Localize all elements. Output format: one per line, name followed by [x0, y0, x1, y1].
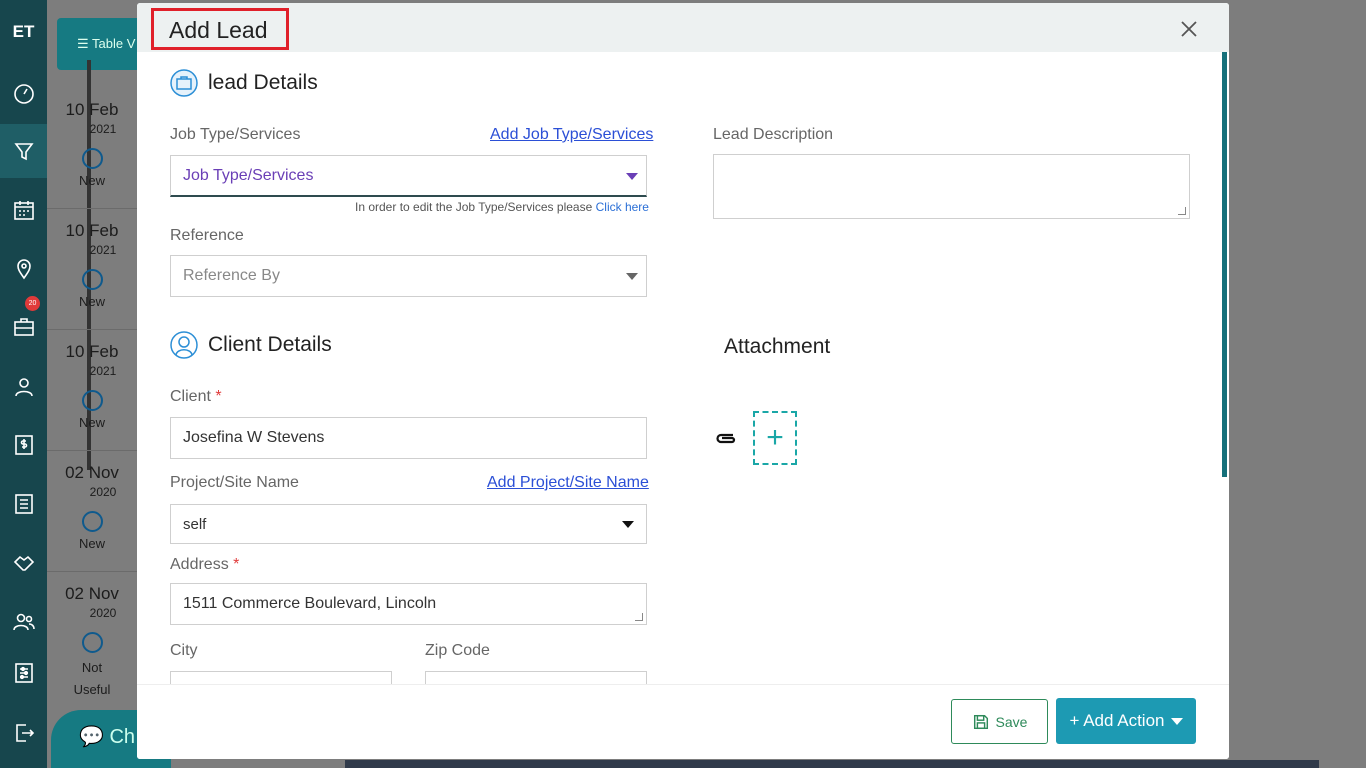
client-details-heading: Client Details — [170, 331, 332, 359]
chevron-down-icon — [622, 521, 634, 528]
timeline-item[interactable]: 02 Nov 2020 Not Useful — [47, 572, 137, 697]
calendar-icon — [13, 201, 34, 220]
required-asterisk: * — [233, 556, 240, 573]
click-here-link[interactable]: Click here — [596, 200, 649, 214]
address-textarea[interactable]: 1511 Commerce Boulevard, Lincoln — [170, 583, 647, 625]
modal-title: Add Lead — [151, 8, 289, 50]
job-type-select[interactable]: Job Type/Services — [170, 155, 647, 197]
nav-jobs[interactable]: 20 — [0, 296, 47, 354]
app-logo[interactable]: ET — [10, 18, 37, 45]
client-label: Client * — [170, 388, 222, 405]
nav-billing[interactable] — [0, 418, 47, 472]
zip-label: Zip Code — [425, 642, 490, 659]
nav-map[interactable] — [0, 242, 47, 296]
user-icon — [14, 378, 33, 397]
job-type-label: Job Type/Services — [170, 126, 301, 143]
modal-footer: Save + Add Action — [137, 684, 1229, 759]
nav-users[interactable] — [0, 360, 47, 414]
dashboard-icon — [13, 84, 34, 104]
resize-handle-icon[interactable] — [1178, 207, 1186, 215]
timeline-item[interactable]: 10 Feb 2021 New — [47, 330, 137, 451]
status-circle-icon — [81, 511, 103, 532]
person-circle-icon — [170, 331, 198, 359]
project-select[interactable]: self — [170, 504, 647, 544]
notification-badge: 20 — [25, 296, 40, 311]
nav-leads[interactable] — [0, 124, 47, 178]
timeline-item[interactable]: 10 Feb 2021 New — [47, 209, 137, 330]
modal-scrollbar-thumb[interactable] — [1222, 52, 1227, 477]
briefcase-circle-icon — [170, 69, 198, 97]
handshake-icon — [13, 555, 34, 571]
team-icon — [12, 613, 35, 631]
dollar-icon — [14, 435, 33, 455]
project-label: Project/Site Name — [170, 474, 299, 491]
nav-list[interactable] — [0, 477, 47, 531]
save-button[interactable]: Save — [951, 699, 1048, 744]
modal-header: Add Lead — [137, 3, 1229, 52]
reference-select[interactable]: Reference By — [170, 255, 647, 297]
list-icon — [14, 494, 33, 514]
chevron-down-icon — [626, 273, 638, 280]
nav-settings[interactable] — [0, 646, 47, 700]
job-type-hint: In order to edit the Job Type/Services p… — [355, 200, 649, 214]
nav-team[interactable] — [0, 595, 47, 649]
attachment-heading: Attachment — [724, 335, 831, 358]
required-asterisk: * — [215, 388, 222, 405]
chat-bubble-icon: 💬 — [79, 726, 104, 748]
floppy-disk-icon — [973, 714, 988, 729]
lead-details-heading: lead Details — [170, 69, 318, 97]
nav-calendar[interactable] — [0, 183, 47, 237]
lead-description-textarea[interactable] — [713, 154, 1190, 219]
briefcase-icon — [13, 318, 34, 336]
map-pin-icon — [16, 259, 31, 280]
status-circle-icon — [81, 632, 103, 653]
add-project-link[interactable]: Add Project/Site Name — [487, 474, 649, 492]
close-icon[interactable] — [1177, 17, 1201, 41]
status-circle-icon — [81, 148, 103, 169]
status-circle-icon — [81, 269, 103, 290]
timeline-item[interactable]: 10 Feb 2021 New — [47, 88, 137, 209]
timeline-item[interactable]: 02 Nov 2020 New — [47, 451, 137, 572]
add-lead-modal: Add Lead lead Details Job Type/Services … — [137, 3, 1229, 759]
add-action-button[interactable]: + Add Action — [1056, 698, 1196, 744]
nav-logout[interactable] — [0, 706, 47, 760]
plus-icon: + — [766, 421, 784, 454]
filter-icon: ☰ — [77, 36, 89, 51]
nav-dashboard[interactable] — [0, 67, 47, 121]
status-circle-icon — [81, 390, 103, 411]
logout-icon — [15, 724, 34, 742]
chevron-down-icon — [626, 172, 638, 180]
address-label: Address * — [170, 556, 240, 573]
paperclip-icon — [716, 433, 736, 444]
lead-timeline: 10 Feb 2021 New 10 Feb 2021 New 10 Feb 2… — [47, 88, 137, 697]
add-job-type-link[interactable]: Add Job Type/Services — [490, 126, 653, 144]
reference-label: Reference — [170, 227, 244, 244]
funnel-icon — [13, 143, 34, 161]
lead-description-label: Lead Description — [713, 126, 834, 143]
client-input[interactable]: Josefina W Stevens — [170, 417, 647, 459]
nav-deals[interactable] — [0, 536, 47, 590]
caret-down-icon — [1170, 717, 1183, 725]
resize-handle-icon[interactable] — [635, 613, 643, 621]
add-attachment-button[interactable]: + — [753, 411, 797, 465]
taskbar-strip — [345, 760, 1319, 768]
settings-sliders-icon — [14, 663, 33, 683]
sidebar-nav: ET 20 — [0, 0, 47, 768]
city-label: City — [170, 642, 198, 659]
